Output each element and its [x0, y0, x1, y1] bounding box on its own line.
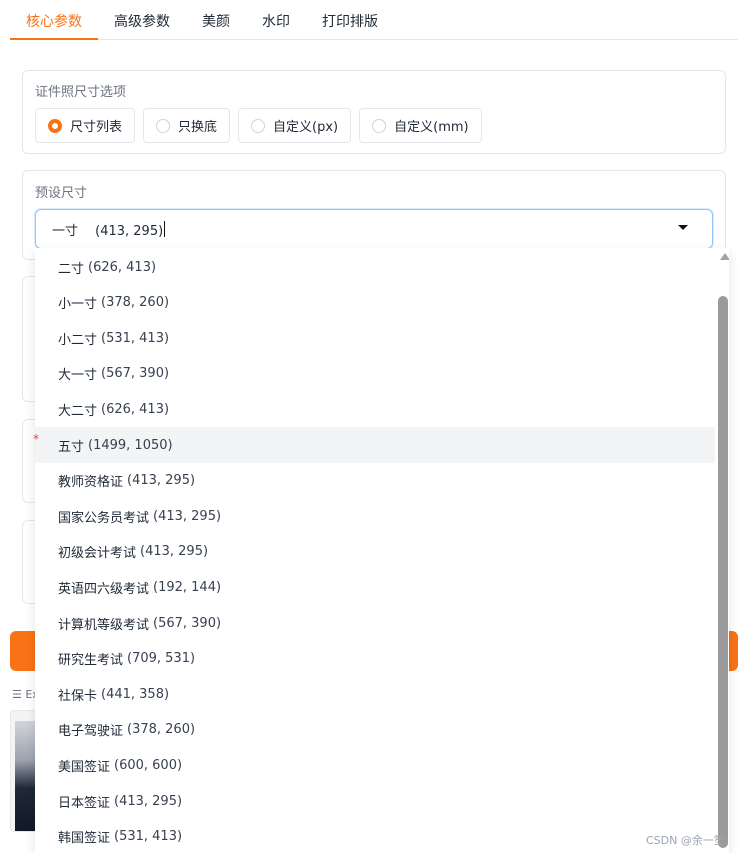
option-name: 五寸	[58, 439, 85, 455]
option-dims: (413, 295)	[153, 508, 222, 524]
preset-size-dropdown: 二寸 (626, 413) 小一寸 (378, 260) 小二寸 (531, 413)…	[35, 248, 729, 853]
tab-bar: 核心参数 高级参数 美颜 水印 打印排版	[10, 0, 738, 40]
option-name: 美国签证	[58, 759, 111, 775]
option-dims: (626, 413)	[88, 259, 157, 275]
preset-size-select[interactable]: 一寸 (413, 295)	[35, 209, 713, 249]
dropdown-option[interactable]: 计算机等级考试 (567, 390)	[35, 605, 715, 641]
dropdown-option[interactable]: 韩国签证 (531, 413)	[35, 818, 715, 853]
option-dims: (378, 260)	[127, 721, 196, 737]
dropdown-option[interactable]: 小一寸 (378, 260)	[35, 284, 715, 320]
radio-label: 尺寸列表	[70, 120, 123, 135]
required-marker: *	[33, 432, 39, 446]
dropdown-option[interactable]: 教师资格证 (413, 295)	[35, 462, 715, 498]
preset-size-panel: 预设尺寸 一寸 (413, 295)	[22, 170, 726, 260]
option-name: 日本签证	[58, 795, 111, 811]
dropdown-option[interactable]: 美国签证 (600, 600)	[35, 747, 715, 783]
dropdown-option[interactable]: 初级会计考试 (413, 295)	[35, 533, 715, 569]
size-options-label: 证件照尺寸选项	[35, 85, 127, 100]
radio-label: 自定义(mm)	[394, 120, 469, 135]
radio-unchecked-icon	[372, 118, 387, 133]
option-dims: (626, 413)	[101, 401, 170, 417]
scrollbar-thumb[interactable]	[718, 296, 728, 848]
option-name: 二寸	[58, 261, 85, 277]
dropdown-arrow-icon[interactable]	[678, 225, 688, 230]
dropdown-option-hovered[interactable]: 五寸 (1499, 1050)	[35, 427, 715, 463]
option-dims: (413, 295)	[114, 793, 183, 809]
dropdown-option[interactable]: 日本签证 (413, 295)	[35, 783, 715, 819]
size-options-panel: 证件照尺寸选项 尺寸列表 只换底 自定义(px) 自定义(mm)	[22, 70, 726, 154]
radio-checked-icon	[48, 118, 62, 133]
option-dims: (1499, 1050)	[88, 437, 173, 453]
option-dims: (441, 358)	[101, 686, 170, 702]
size-options-radio-group: 尺寸列表 只换底 自定义(px) 自定义(mm)	[35, 108, 482, 143]
dropdown-option[interactable]: 社保卡 (441, 358)	[35, 676, 715, 712]
preset-size-label: 预设尺寸	[35, 186, 88, 201]
option-name: 小一寸	[58, 296, 98, 312]
option-name: 国家公务员考试	[58, 510, 150, 526]
tab-beauty[interactable]: 美颜	[186, 0, 246, 40]
dropdown-option[interactable]: 电子驾驶证 (378, 260)	[35, 711, 715, 747]
dropdown-option[interactable]: 小二寸 (531, 413)	[35, 320, 715, 356]
option-name: 社保卡	[58, 688, 98, 704]
option-dims: (413, 295)	[140, 543, 209, 559]
dropdown-option[interactable]: 研究生考试 (709, 531)	[35, 640, 715, 676]
dropdown-option[interactable]: 大一寸 (567, 390)	[35, 355, 715, 391]
scroll-up-arrow-icon[interactable]	[720, 253, 729, 260]
option-dims: (600, 600)	[114, 757, 183, 773]
option-name: 电子驾驶证	[58, 723, 124, 739]
watermark-text: CSDN @余一笙	[646, 834, 725, 847]
example-thumbnail[interactable]	[10, 710, 38, 832]
radio-size-list[interactable]: 尺寸列表	[35, 108, 136, 143]
tab-core-params[interactable]: 核心参数	[10, 0, 98, 40]
tab-advanced-params[interactable]: 高级参数	[98, 0, 186, 40]
option-dims: (567, 390)	[153, 615, 222, 631]
radio-custom-px[interactable]: 自定义(px)	[238, 108, 352, 143]
option-name: 韩国签证	[58, 830, 111, 846]
tab-print-layout[interactable]: 打印排版	[306, 0, 394, 40]
dropdown-scrollbar[interactable]	[717, 248, 729, 853]
option-dims: (531, 413)	[101, 330, 170, 346]
dropdown-option[interactable]: 英语四六级考试 (192, 144)	[35, 569, 715, 605]
option-dims: (378, 260)	[101, 294, 170, 310]
option-dims: (709, 531)	[127, 650, 196, 666]
radio-unchecked-icon	[156, 118, 171, 133]
option-dims: (567, 390)	[101, 365, 170, 381]
dropdown-option[interactable]: 大二寸 (626, 413)	[35, 391, 715, 427]
option-name: 大二寸	[58, 403, 98, 419]
option-name: 大一寸	[58, 367, 98, 383]
text-caret	[164, 221, 166, 237]
radio-unchecked-icon	[251, 118, 266, 133]
option-name: 英语四六级考试	[58, 581, 150, 597]
option-dims: (413, 295)	[127, 472, 196, 488]
radio-label: 只换底	[178, 120, 218, 135]
radio-change-background-only[interactable]: 只换底	[143, 108, 231, 143]
preset-size-value: 一寸 (413, 295)	[52, 223, 164, 239]
tab-watermark[interactable]: 水印	[246, 0, 306, 40]
option-dims: (531, 413)	[114, 828, 183, 844]
dropdown-option[interactable]: 二寸 (626, 413)	[35, 249, 715, 285]
radio-custom-mm[interactable]: 自定义(mm)	[359, 108, 482, 143]
option-name: 教师资格证	[58, 474, 124, 490]
radio-label: 自定义(px)	[273, 120, 339, 135]
option-name: 计算机等级考试	[58, 617, 150, 633]
option-name: 研究生考试	[58, 652, 124, 668]
option-dims: (192, 144)	[153, 579, 222, 595]
option-name: 小二寸	[58, 332, 98, 348]
option-name: 初级会计考试	[58, 545, 137, 561]
dropdown-option[interactable]: 国家公务员考试 (413, 295)	[35, 498, 715, 534]
